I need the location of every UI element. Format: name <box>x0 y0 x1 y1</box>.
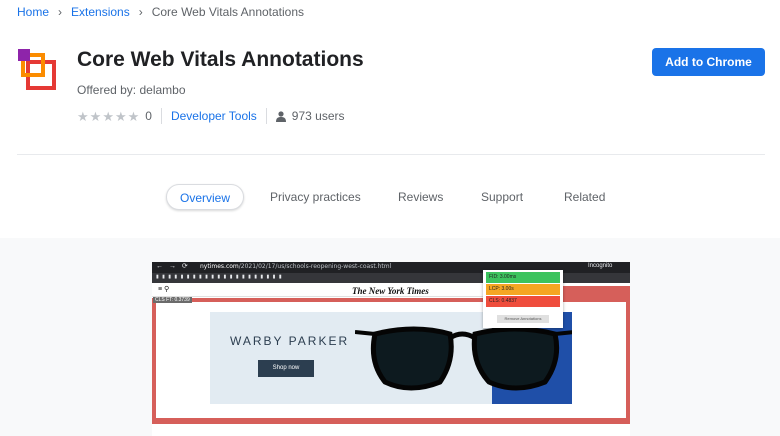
breadcrumb: Home › Extensions › Core Web Vitals Anno… <box>17 4 304 20</box>
screenshot-gallery: ← → ⟳ nytimes.com/2021/02/17/us/schools-… <box>0 238 780 436</box>
star-icon: ★ <box>102 108 114 124</box>
url-domain: nytimes.com <box>200 263 239 270</box>
metric-fid: FID: 3.00ms <box>486 272 560 283</box>
tab-support[interactable]: Support <box>481 184 523 210</box>
rating-stars[interactable]: ★ ★ ★ ★ ★ <box>77 110 139 123</box>
ad-shop-button: Shop now <box>258 360 314 377</box>
chevron-right-icon: › <box>138 5 143 19</box>
tab-overview[interactable]: Overview <box>166 184 245 210</box>
category-link[interactable]: Developer Tools <box>171 109 257 123</box>
divider <box>160 108 162 124</box>
header-divider <box>17 154 765 155</box>
breadcrumb-home-link[interactable]: Home <box>17 5 49 19</box>
cls-annotation-tag: CLS FT: 0.3739 <box>153 297 192 303</box>
star-icon: ★ <box>89 108 102 124</box>
breadcrumb-current: Core Web Vitals Annotations <box>151 5 305 19</box>
extension-logo <box>17 48 65 96</box>
detail-tabs: Overview Privacy practices Reviews Suppo… <box>0 184 780 210</box>
add-to-chrome-button[interactable]: Add to Chrome <box>652 48 765 76</box>
user-count: 973 users <box>291 109 345 123</box>
tab-related[interactable]: Related <box>564 184 605 210</box>
star-icon: ★ <box>127 108 140 124</box>
browser-nav-icons: ← → ⟳ <box>156 263 190 270</box>
offered-by: Offered by: delambo <box>77 83 186 97</box>
chevron-right-icon: › <box>58 5 63 19</box>
breadcrumb-extensions-link[interactable]: Extensions <box>71 5 130 19</box>
star-icon: ★ <box>114 108 127 124</box>
metric-lcp: LCP: 3.00s <box>486 284 560 295</box>
annotation-highlight <box>562 286 630 298</box>
browser-url: nytimes.com/2021/02/17/us/schools-reopen… <box>200 263 391 270</box>
metric-cls: CLS: 0.4837 <box>486 296 560 307</box>
ad-brand: WARBY PARKER <box>230 334 350 348</box>
person-icon <box>275 110 286 122</box>
divider <box>265 108 267 124</box>
tab-privacy-practices[interactable]: Privacy practices <box>270 184 361 210</box>
site-logo: The New York Times <box>352 286 429 296</box>
extension-title: Core Web Vitals Annotations <box>77 48 364 71</box>
star-icon: ★ <box>77 108 89 124</box>
remove-annotations-button: Remove Annotations <box>497 315 549 323</box>
gallery-screenshot[interactable]: ← → ⟳ nytimes.com/2021/02/17/us/schools-… <box>152 262 630 436</box>
rating-count[interactable]: 0 <box>145 109 152 123</box>
menu-icon: ≡ ⚲ <box>158 286 170 293</box>
incognito-label: Incognito <box>588 263 613 269</box>
extension-meta: ★ ★ ★ ★ ★ 0 Developer Tools 973 users <box>77 108 345 124</box>
extension-popup: FID: 3.00ms LCP: 3.00s CLS: 0.4837 Remov… <box>483 270 563 328</box>
url-path: /2021/02/17/us/schools-reopening-west-co… <box>238 263 392 270</box>
bookmarks-icons: ▮ ▮ ▮ ▮ ▮ ▮ ▮ ▮ ▮ ▮ ▮ ▮ ▮ ▮ ▮ ▮ ▮ ▮ ▮ ▮ … <box>156 274 283 280</box>
tab-reviews[interactable]: Reviews <box>398 184 443 210</box>
